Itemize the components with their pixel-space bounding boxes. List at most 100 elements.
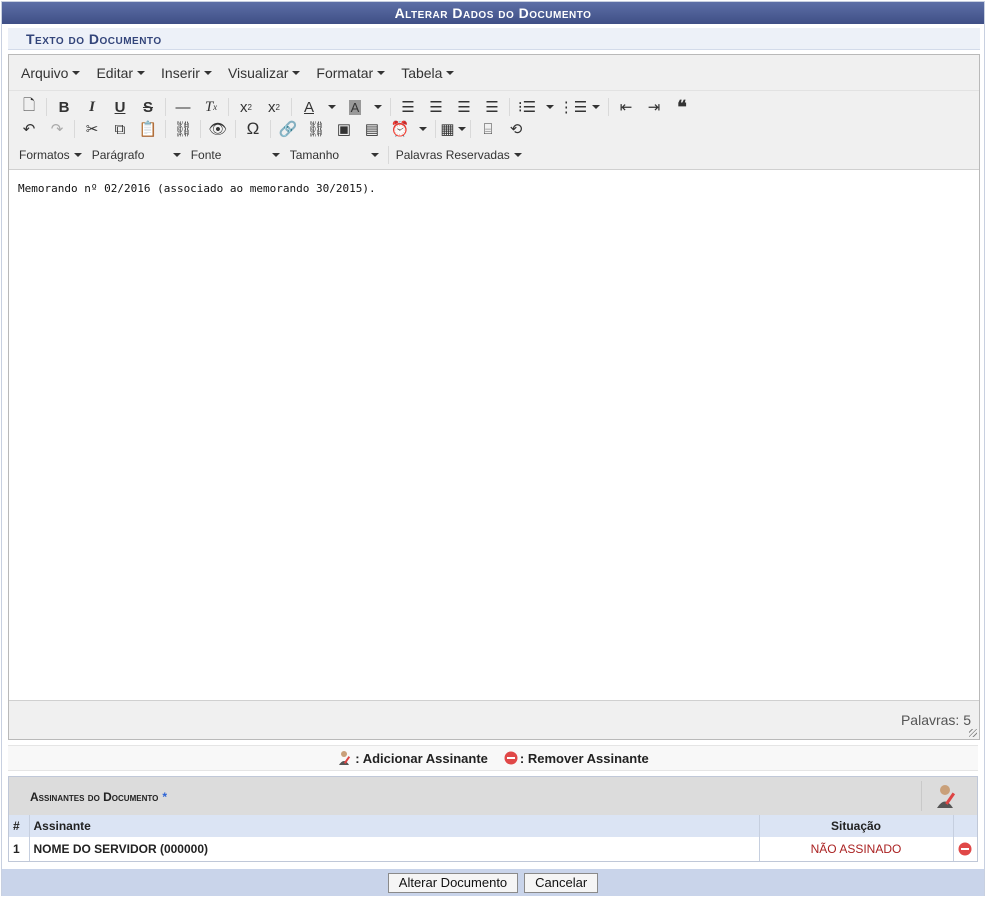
restore-draft-icon[interactable]: ⟲ xyxy=(502,118,530,140)
chevron-down-icon xyxy=(172,152,181,157)
menu-tabela[interactable]: Tabela xyxy=(395,65,464,81)
subscript-icon[interactable]: x2 xyxy=(232,96,260,118)
separator xyxy=(235,120,236,138)
align-center-icon[interactable]: ☰ xyxy=(422,96,450,118)
paragraph-dropdown[interactable]: Parágrafo xyxy=(88,148,187,162)
chevron-down-icon[interactable] xyxy=(414,118,432,140)
datetime-icon[interactable]: ⏰ xyxy=(386,118,414,140)
find-replace-icon[interactable]: ⛓ xyxy=(169,118,197,140)
chevron-down-icon xyxy=(271,152,280,157)
separator xyxy=(165,120,166,138)
editor-content-area[interactable]: Memorando nº 02/2016 (associado ao memor… xyxy=(9,170,979,701)
image-icon[interactable]: ▣ xyxy=(330,118,358,140)
italic-icon[interactable]: I xyxy=(78,96,106,118)
separator xyxy=(291,98,292,116)
separator xyxy=(46,98,47,116)
person-pen-icon xyxy=(936,785,955,808)
resize-handle-icon[interactable] xyxy=(969,729,977,737)
menu-label: Inserir xyxy=(161,64,200,81)
clear-format-icon[interactable]: Tx xyxy=(197,96,225,118)
chevron-down-icon[interactable] xyxy=(587,96,605,118)
table-icon[interactable]: ▦ xyxy=(439,118,467,140)
paste-icon[interactable]: 📋 xyxy=(134,118,162,140)
menu-formatar[interactable]: Formatar xyxy=(310,65,395,81)
dropdown-label: Parágrafo xyxy=(91,147,145,162)
remove-signer-button[interactable] xyxy=(953,837,977,861)
preview-icon[interactable]: 👁 xyxy=(204,118,232,140)
form-actions: Alterar Documento Cancelar xyxy=(2,869,984,896)
cut-icon[interactable]: ✂ xyxy=(78,118,106,140)
column-actions xyxy=(953,815,977,837)
signers-panel-header: Assinantes do Documento * xyxy=(9,777,977,815)
required-marker: * xyxy=(162,790,167,804)
size-dropdown[interactable]: Tamanho xyxy=(286,148,385,162)
strikethrough-icon[interactable]: S xyxy=(134,96,162,118)
section-title: Texto do Documento xyxy=(26,31,162,47)
underline-icon[interactable]: U xyxy=(106,96,134,118)
redo-icon[interactable]: ↷ xyxy=(43,118,71,140)
copy-icon[interactable]: ⧉ xyxy=(106,118,134,140)
text-color-icon[interactable]: A xyxy=(295,96,323,118)
minus-circle-icon xyxy=(958,842,972,856)
separator xyxy=(435,120,436,138)
undo-icon[interactable]: ↶ xyxy=(15,118,43,140)
menu-visualizar[interactable]: Visualizar xyxy=(222,65,310,81)
menu-label: Tabela xyxy=(401,64,443,81)
chevron-down-icon xyxy=(446,70,455,75)
menu-arquivo[interactable]: Arquivo xyxy=(15,65,90,81)
cancel-button[interactable]: Cancelar xyxy=(524,872,599,893)
add-signer-button[interactable] xyxy=(921,781,971,811)
chevron-down-icon[interactable] xyxy=(541,96,559,118)
media-icon[interactable]: ▤ xyxy=(358,118,386,140)
bold-icon[interactable]: B xyxy=(50,96,78,118)
menu-inserir[interactable]: Inserir xyxy=(155,65,222,81)
dropdown-label: Tamanho xyxy=(289,147,340,162)
dropdown-label: Fonte xyxy=(190,147,222,162)
table-row: 1 NOME DO SERVIDOR (000000) NÃO ASSINADO xyxy=(9,837,977,861)
reserved-words-dropdown[interactable]: Palavras Reservadas xyxy=(392,148,528,162)
page-break-icon[interactable]: ⌸ xyxy=(474,118,502,140)
chevron-down-icon xyxy=(72,70,81,75)
submit-button[interactable]: Alterar Documento xyxy=(387,872,519,893)
menu-editar[interactable]: Editar xyxy=(90,65,155,81)
font-dropdown[interactable]: Fonte xyxy=(187,148,286,162)
bullet-list-icon[interactable]: ⁝☰ xyxy=(513,96,541,118)
special-char-icon[interactable]: Ω xyxy=(239,118,267,140)
align-justify-icon[interactable]: ☰ xyxy=(478,96,506,118)
chevron-down-icon xyxy=(370,152,379,157)
numbered-list-icon[interactable]: ⋮☰ xyxy=(559,96,587,118)
align-left-icon[interactable]: ☰ xyxy=(394,96,422,118)
align-right-icon[interactable]: ☰ xyxy=(450,96,478,118)
separator xyxy=(200,120,201,138)
chevron-down-icon[interactable] xyxy=(369,96,387,118)
horizontal-rule-icon[interactable]: — xyxy=(169,96,197,118)
menu-label: Formatar xyxy=(316,64,374,81)
chevron-down-icon[interactable] xyxy=(323,96,341,118)
panel-title-text: Assinantes do Documento xyxy=(30,790,159,804)
new-document-icon[interactable]: 🗋 xyxy=(15,96,43,118)
menu-label: Editar xyxy=(96,64,134,81)
separator xyxy=(270,120,271,138)
signer-status: NÃO ASSINADO xyxy=(759,837,954,861)
section-header: Texto do Documento xyxy=(8,28,980,50)
outdent-icon[interactable]: ⇤ xyxy=(612,96,640,118)
formats-dropdown[interactable]: Formatos xyxy=(15,148,88,162)
minus-circle-icon xyxy=(504,751,518,765)
background-color-icon[interactable]: A xyxy=(341,96,369,118)
menu-label: Visualizar xyxy=(227,64,289,81)
page-title: Alterar Dados do Documento xyxy=(2,2,984,24)
chevron-down-icon xyxy=(73,152,82,157)
column-signer: Assinante xyxy=(29,815,760,837)
separator xyxy=(228,98,229,116)
legend-remove-label: : Remover Assinante xyxy=(519,750,649,766)
blockquote-icon[interactable]: ❝ xyxy=(668,96,696,118)
separator xyxy=(608,98,609,116)
chevron-down-icon xyxy=(292,70,301,75)
unlink-icon[interactable]: ⛓ xyxy=(302,118,330,140)
indent-icon[interactable]: ⇥ xyxy=(640,96,668,118)
superscript-icon[interactable]: x2 xyxy=(260,96,288,118)
legend-remove-signer: : Remover Assinante xyxy=(504,751,649,766)
link-icon[interactable]: 🔗 xyxy=(274,118,302,140)
column-status: Situação xyxy=(759,815,954,837)
signers-panel-title: Assinantes do Documento * xyxy=(30,790,167,804)
